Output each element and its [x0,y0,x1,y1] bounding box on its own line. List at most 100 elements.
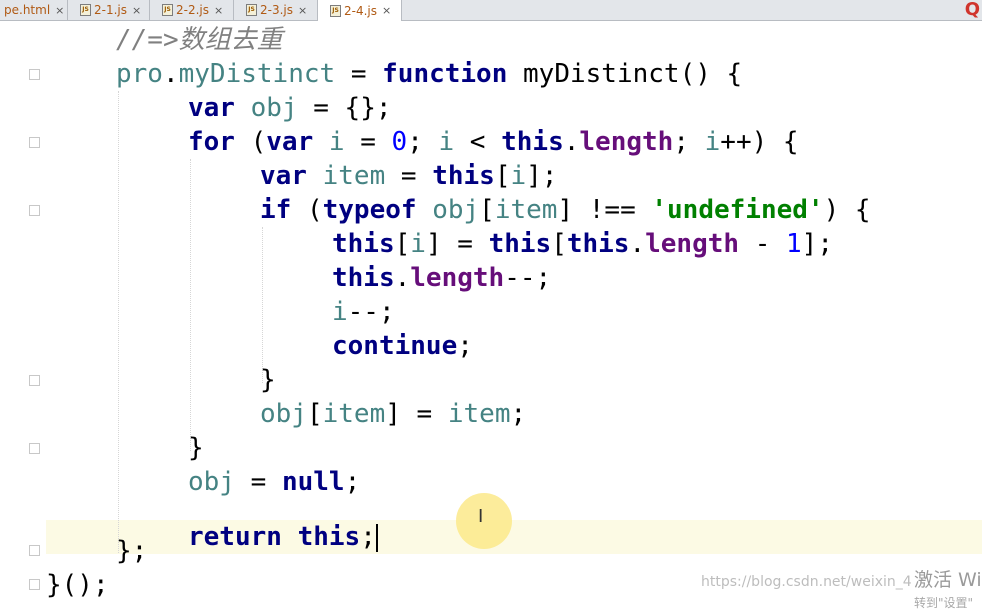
operator: = [344,127,392,157]
tab-2-2-js[interactable]: JS 2-2.js × [150,0,234,20]
code-line-7: this[i] = this[this.length - 1]; [332,227,833,261]
identifier: i [410,229,426,259]
editor-gutter [0,21,46,604]
code-editor[interactable]: //=>数组去重 pro.myDistinct = function myDis… [46,21,982,604]
punct: ; [510,399,527,429]
string-literal: 'undefined' [651,195,824,225]
punct: ; [457,331,473,361]
cursor-highlight [456,493,512,549]
code-line-16: }; [116,534,147,568]
fold-end-icon[interactable] [29,443,40,454]
code-line-12: obj[item] = item; [260,397,526,431]
keyword: this [332,229,395,259]
tab-label: pe.html [4,3,51,17]
punct: } [260,365,276,395]
function-name: myDistinct [507,59,680,89]
punct: ; [407,127,439,157]
operator: < [454,127,502,157]
punct: --; [347,297,395,327]
identifier: i [704,127,721,157]
punct: --; [504,263,552,293]
tab-label: 2-3.js [260,3,293,17]
keyword: return [188,522,282,552]
identifier: item [494,195,558,225]
punct: ; [673,127,705,157]
punct: ]; [801,229,833,259]
code-line-6: if (typeof obj[item] !== 'undefined') { [260,193,871,227]
keyword: this [501,127,564,157]
tab-pe-html[interactable]: pe.html × [0,0,68,20]
punct: . [394,263,411,293]
fold-toggle-icon[interactable] [29,137,40,148]
punct: ] = [425,229,489,259]
punct: [ [394,229,411,259]
identifier: obj [260,399,307,429]
keyword: this [488,229,552,259]
operator: = [335,59,383,89]
keyword: this [332,263,395,293]
keyword: if [260,195,292,225]
code-line-10: continue; [332,329,473,363]
code-line-15: return this; [188,520,378,554]
close-icon[interactable]: × [55,4,64,17]
fold-toggle-icon[interactable] [29,69,40,80]
comment: //=>数组去重 [116,25,283,55]
keyword: continue [332,331,458,361]
fold-toggle-icon[interactable] [29,205,40,216]
indent-guide [262,227,263,383]
punct: ] = [385,399,448,429]
activate-windows-watermark: 激活 Wi [914,569,982,591]
punct: ] !== [557,195,652,225]
punct: () { [679,59,743,89]
keyword: var [266,127,314,157]
punct: [ [479,195,495,225]
ibeam-cursor-icon: I [478,506,484,527]
punct: = {}; [297,93,392,123]
code-line-13: } [188,431,204,465]
close-icon[interactable]: × [382,4,391,17]
code-line-1: //=>数组去重 [116,23,283,57]
code-line-8: this.length--; [332,261,551,295]
code-line-9: i--; [332,295,395,329]
fold-end-icon[interactable] [29,375,40,386]
code-line-11: } [260,363,276,397]
tab-2-4-js[interactable]: JS 2-4.js × [318,0,402,21]
keyword: for [188,127,235,157]
punct [282,522,298,552]
indent-guide [118,91,119,553]
js-file-icon: JS [80,4,91,16]
punct: ) { [823,195,871,225]
number: 1 [786,229,802,259]
js-file-icon: JS [162,4,173,16]
fold-end-icon[interactable] [29,579,40,590]
punct: (); [61,570,109,600]
code-line-4: for (var i = 0; i < this.length; i++) { [188,125,799,159]
identifier: pro [116,59,163,89]
close-icon[interactable]: × [132,4,141,17]
identifier: item [322,399,386,429]
tab-overflow-icon[interactable]: Q [965,0,980,20]
code-line-17: }(); [46,568,109,602]
punct: ( [291,195,323,225]
identifier: i [313,127,345,157]
identifier: obj [188,467,235,497]
keyword: typeof [322,195,417,225]
close-icon[interactable]: × [298,4,307,17]
tab-2-3-js[interactable]: JS 2-3.js × [234,0,318,20]
punct: [ [494,161,511,191]
keyword: this [566,229,630,259]
code-line-14: obj = null; [188,465,360,499]
property: length [410,263,505,293]
punct: [ [306,399,323,429]
current-line-highlight [46,520,982,554]
keyword: null [281,467,345,497]
fold-end-icon[interactable] [29,545,40,556]
watermark-url: https://blog.csdn.net/weixin_4 [701,574,912,590]
identifier: obj [416,195,480,225]
close-icon[interactable]: × [214,4,223,17]
punct: . [629,229,646,259]
keyword: var [188,93,235,123]
tab-2-1-js[interactable]: JS 2-1.js × [68,0,150,20]
identifier: item [447,399,511,429]
operator: = [385,161,433,191]
